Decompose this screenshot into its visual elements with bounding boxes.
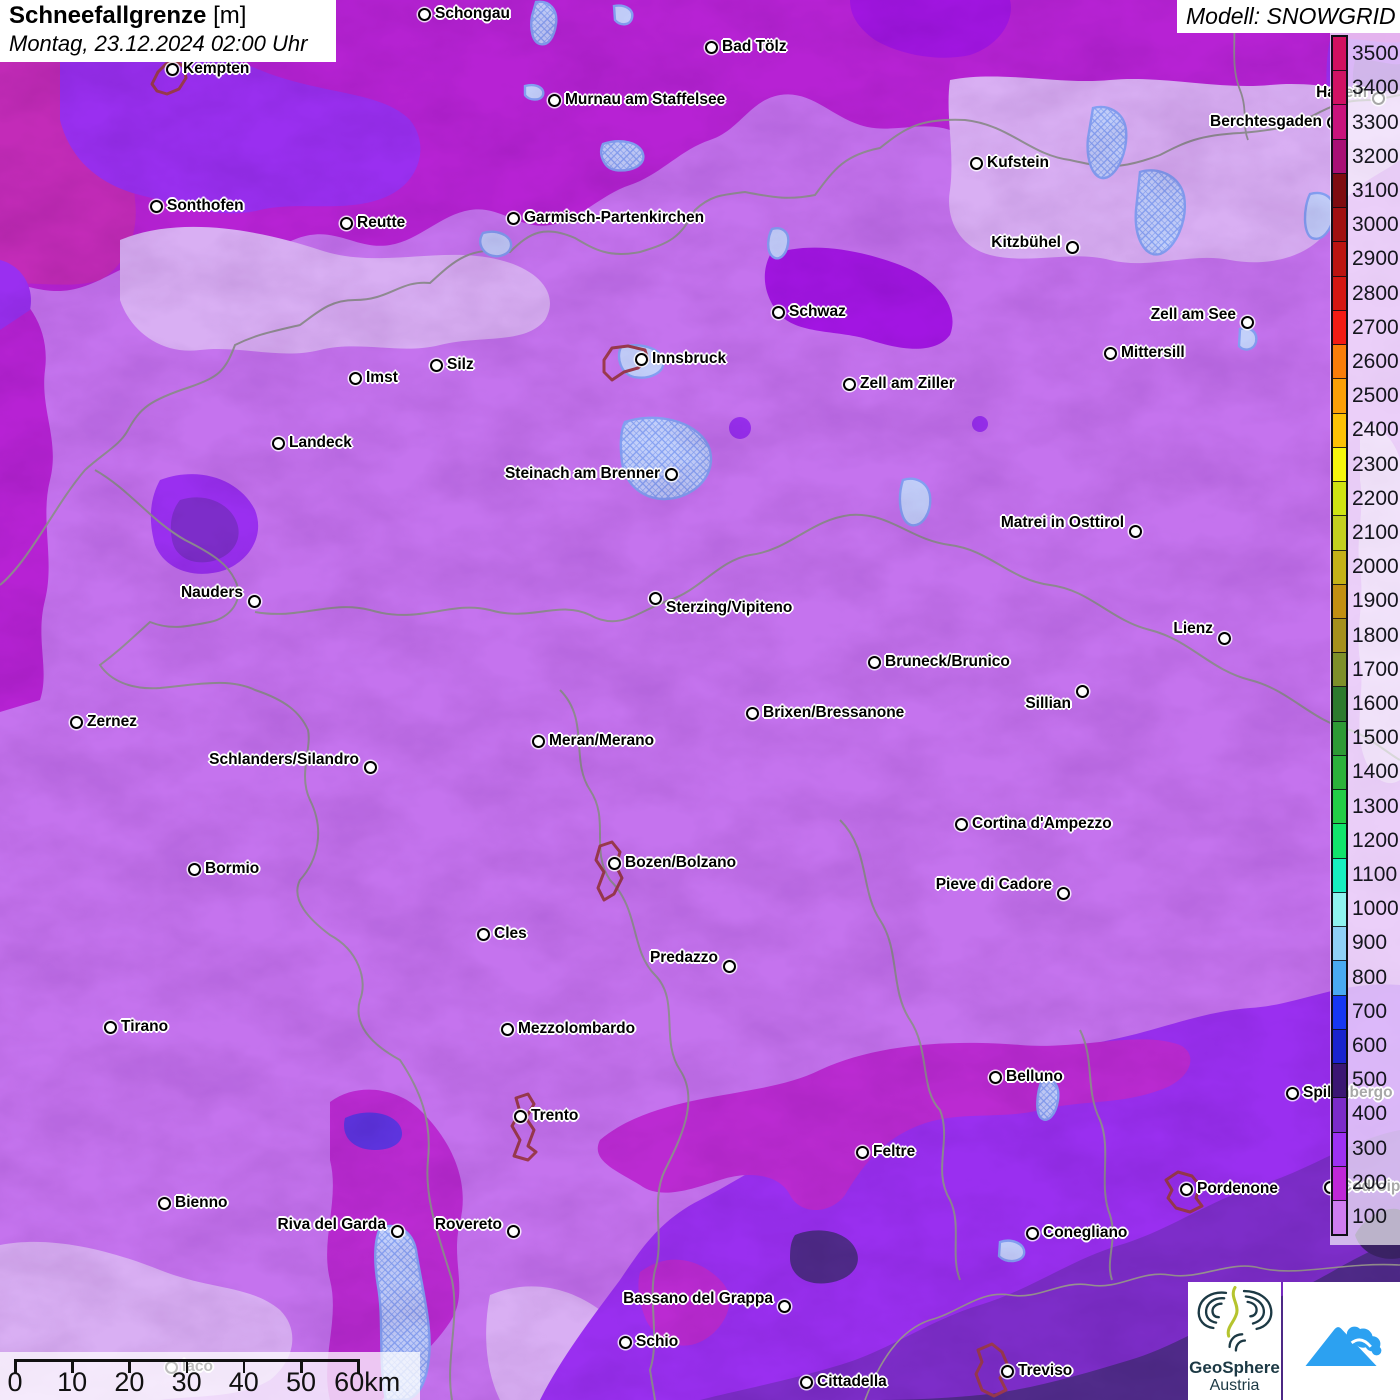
terrain-shading xyxy=(0,0,1400,1400)
colorbar-segment xyxy=(1333,618,1346,654)
colorbar-segment xyxy=(1333,755,1346,791)
title-text: Schneefallgrenze xyxy=(9,2,207,29)
colorbar-segment xyxy=(1333,687,1346,722)
colorbar-segment xyxy=(1333,1064,1346,1099)
model-info-box: Modell: SNOWGRID xyxy=(1177,0,1400,33)
colorbar-segment xyxy=(1333,1200,1346,1235)
colorbar-segment xyxy=(1333,584,1346,619)
colorbar-segment xyxy=(1333,413,1346,448)
colorbar-segment xyxy=(1333,1098,1346,1133)
mountain-logo xyxy=(1283,1282,1400,1400)
geosphere-logo-icon xyxy=(1197,1285,1272,1352)
colorbar-segment xyxy=(1333,276,1346,311)
title-unit: [m] xyxy=(213,2,247,29)
colorbar-segment xyxy=(1333,379,1346,414)
geosphere-logo: GeoSphere Austria xyxy=(1188,1282,1281,1400)
colorbar-segment xyxy=(1333,139,1346,174)
model-label: Modell: SNOWGRID xyxy=(1186,3,1396,29)
colorbar-segment xyxy=(1333,892,1346,928)
colorbar-segment xyxy=(1333,824,1346,859)
colorbar-segment xyxy=(1333,482,1346,517)
geosphere-logo-country: Austria xyxy=(1209,1377,1260,1394)
colorbar-segment xyxy=(1333,242,1346,277)
scalebar-number: 40 xyxy=(228,1367,259,1397)
map-datetime: Montag, 23.12.2024 02:00 Uhr xyxy=(9,31,308,56)
colorbar-segment xyxy=(1333,653,1346,688)
colorbar-segment xyxy=(1333,105,1346,140)
colorbar-segment xyxy=(1333,345,1346,380)
distance-scalebar: 0 10 20 30 40 50 60km xyxy=(0,1352,420,1400)
colorbar-segment xyxy=(1333,1029,1346,1065)
colorbar-segment xyxy=(1333,858,1346,893)
scalebar-number: 20 xyxy=(114,1367,145,1397)
map-title-box: Schneefallgrenze [m] Montag, 23.12.2024 … xyxy=(0,0,336,62)
scalebar-number: 30 xyxy=(171,1367,202,1397)
colorbar-segment xyxy=(1333,721,1346,756)
colorbar-segment xyxy=(1333,208,1346,243)
colorbar-segment xyxy=(1333,927,1346,962)
colorbar-segment xyxy=(1333,173,1346,209)
colorbar-segment xyxy=(1333,550,1346,585)
scalebar-number: 0 xyxy=(7,1367,23,1397)
mountain-logo-icon xyxy=(1305,1326,1381,1366)
geosphere-logo-text: GeoSphere xyxy=(1189,1358,1280,1377)
colorbar-segment xyxy=(1333,961,1346,996)
colorbar-segment xyxy=(1333,37,1346,72)
scalebar-number: 50 xyxy=(285,1367,317,1397)
colorbar-segment xyxy=(1333,447,1346,483)
colorbar-segment xyxy=(1333,1132,1346,1167)
elevation-colorbar xyxy=(1331,35,1348,1236)
colorbar-segment xyxy=(1333,310,1346,346)
colorbar-segment xyxy=(1333,995,1346,1030)
colorbar-segment xyxy=(1333,71,1346,106)
scalebar-number: 10 xyxy=(57,1367,88,1397)
colorbar-segment xyxy=(1333,790,1346,825)
weather-map-canvas xyxy=(0,0,1400,1400)
colorbar-segment xyxy=(1333,1166,1346,1201)
map-title: Schneefallgrenze [m] xyxy=(9,2,336,30)
colorbar-segment xyxy=(1333,516,1346,551)
scalebar-number: 60km xyxy=(334,1367,401,1397)
